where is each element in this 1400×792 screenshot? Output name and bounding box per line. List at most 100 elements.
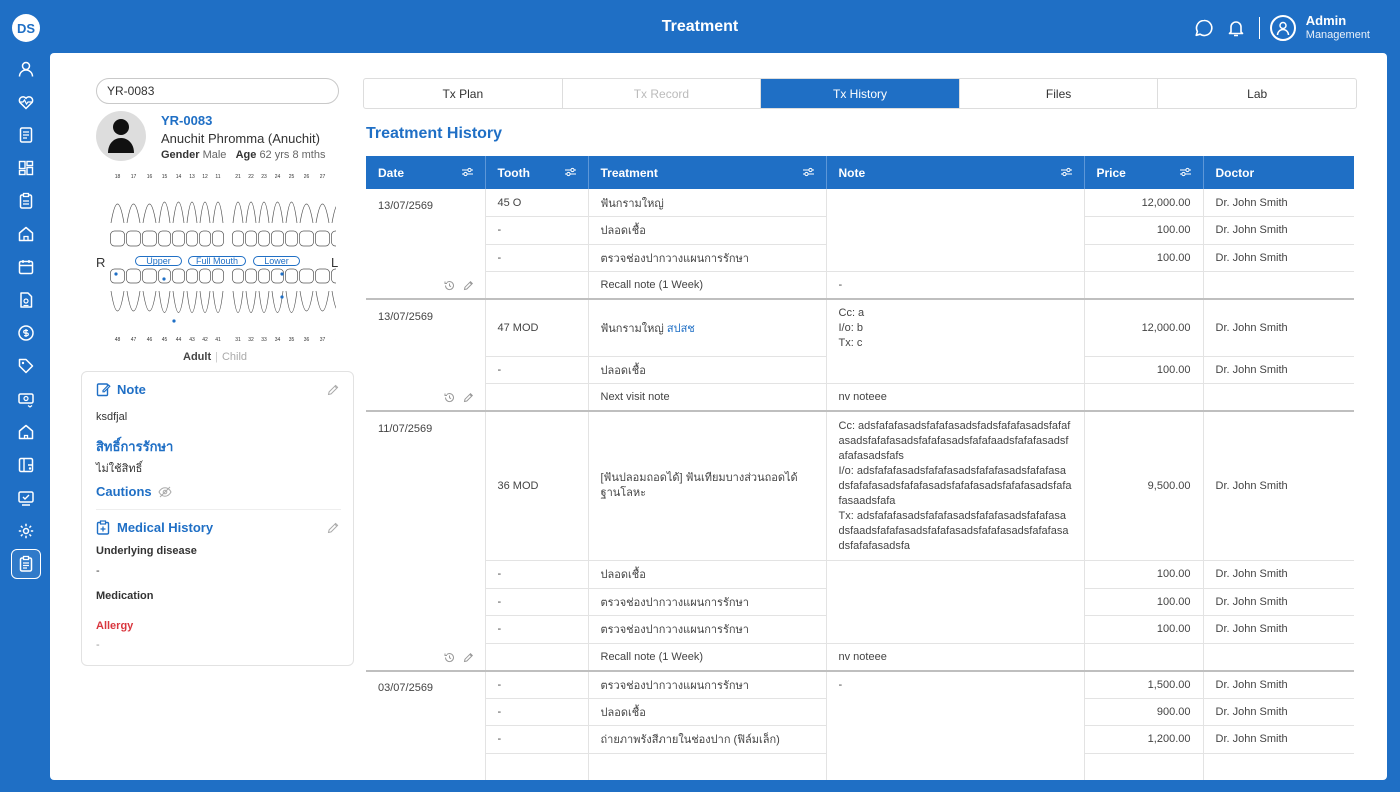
tab-tx-plan[interactable]: Tx Plan [364, 79, 563, 108]
recall-row[interactable]: Recall note (1 Week) - [366, 271, 1354, 300]
lower-tooth-root[interactable] [271, 290, 284, 313]
lower-tooth-crown[interactable] [126, 268, 141, 284]
upper-tooth-crown[interactable] [315, 230, 330, 247]
treatment-icon[interactable] [11, 549, 41, 579]
upper-tooth-root[interactable] [212, 201, 224, 224]
coin-icon[interactable] [11, 318, 41, 348]
upper-tooth-root[interactable] [271, 201, 284, 224]
lower-tooth-root[interactable] [232, 290, 244, 313]
clipboard-icon[interactable] [11, 186, 41, 216]
clinic-icon[interactable] [11, 219, 41, 249]
lower-tooth-root[interactable] [126, 290, 141, 312]
lower-tooth-crown[interactable] [258, 268, 270, 284]
upper-tooth-root[interactable] [331, 203, 346, 224]
recall-row[interactable]: Next visit note nv noteee [366, 383, 1354, 412]
upper-tooth-crown[interactable] [212, 230, 224, 247]
user-avatar-icon[interactable] [1269, 15, 1296, 41]
tab-tx-history[interactable]: Tx History [761, 79, 960, 108]
upper-tooth-root[interactable] [258, 201, 270, 224]
column-header-note[interactable]: Note [826, 156, 1085, 189]
upper-tooth-root[interactable] [199, 201, 211, 224]
upper-tooth-crown[interactable] [331, 230, 346, 247]
lower-tooth-root[interactable] [172, 290, 185, 313]
chat-icon[interactable] [1193, 17, 1215, 39]
pencil-icon[interactable] [463, 280, 474, 291]
lower-tooth-root[interactable] [315, 290, 330, 312]
lower-tooth-root[interactable] [199, 290, 211, 313]
column-header-doctor[interactable]: Doctor [1203, 156, 1354, 189]
table-row[interactable]: 11/07/2569 36 MOD [ฟันปลอมถอดได้] ฟันเที… [366, 411, 1354, 672]
upper-tooth-root[interactable] [285, 201, 298, 224]
lower-tooth-crown[interactable] [158, 268, 171, 284]
lower-tooth-crown[interactable] [110, 268, 125, 284]
upper-tooth-crown[interactable] [232, 230, 244, 247]
patient-id[interactable]: YR-0083 [161, 113, 212, 128]
user-block[interactable]: Admin Management [1306, 14, 1370, 42]
upper-tooth-root[interactable] [142, 203, 157, 224]
layout-icon[interactable] [11, 450, 41, 480]
upper-tooth-crown[interactable] [271, 230, 284, 247]
upper-tooth-crown[interactable] [199, 230, 211, 247]
adult-option[interactable]: Adult [183, 351, 211, 363]
history-icon[interactable] [444, 652, 455, 663]
table-row[interactable]: - ปลอดเชื้อ 100.00 Dr. John Smith [366, 560, 1354, 644]
upper-tooth-crown[interactable] [285, 230, 298, 247]
pencil-icon[interactable] [327, 384, 339, 396]
lower-tooth-root[interactable] [142, 290, 157, 312]
lower-tooth-root[interactable] [285, 290, 298, 313]
child-option[interactable]: Child [222, 351, 247, 363]
lower-tooth-root[interactable] [299, 290, 314, 312]
upper-tooth-root[interactable] [232, 201, 244, 224]
lower-tooth-crown[interactable] [271, 268, 284, 284]
upper-tooth-crown[interactable] [299, 230, 314, 247]
lower-tooth-root[interactable] [212, 290, 224, 313]
lower-tooth-crown[interactable] [285, 268, 298, 284]
tab-tx-record[interactable]: Tx Record [563, 79, 762, 108]
lower-tooth-root[interactable] [331, 290, 346, 312]
upper-tooth-root[interactable] [126, 203, 141, 224]
lower-tooth-root[interactable] [258, 290, 270, 313]
lower-tooth-root[interactable] [186, 290, 198, 313]
upper-tooth-crown[interactable] [258, 230, 270, 247]
lower-button[interactable]: Lower [253, 256, 300, 266]
upper-tooth-crown[interactable] [142, 230, 157, 247]
table-row[interactable]: 03/07/2569 - ตรวจช่องปากวางแผนการรักษา -… [366, 670, 1354, 780]
lower-tooth-crown[interactable] [142, 268, 157, 284]
upper-tooth-root[interactable] [158, 201, 171, 224]
table-row[interactable]: 13/07/2569 47 MOD ฟันกรามใหญ่ สปสช Cc: a… [366, 299, 1354, 412]
filter-icon[interactable] [802, 167, 814, 177]
tab-files[interactable]: Files [960, 79, 1159, 108]
lower-tooth-crown[interactable] [299, 268, 314, 284]
lower-tooth-crown[interactable] [331, 268, 346, 284]
lower-tooth-crown[interactable] [172, 268, 185, 284]
upper-tooth-root[interactable] [186, 201, 198, 224]
upper-tooth-root[interactable] [299, 203, 314, 224]
column-header-date[interactable]: Date [366, 156, 486, 189]
upper-tooth-root[interactable] [110, 203, 125, 224]
user-icon[interactable] [11, 54, 41, 84]
column-header-price[interactable]: Price [1084, 156, 1204, 189]
column-header-treatment[interactable]: Treatment [588, 156, 827, 189]
filter-icon[interactable] [1179, 167, 1191, 177]
tab-lab[interactable]: Lab [1158, 79, 1356, 108]
lower-tooth-crown[interactable] [232, 268, 244, 284]
calendar-icon[interactable] [11, 252, 41, 282]
lower-tooth-root[interactable] [158, 290, 171, 313]
full-mouth-button[interactable]: Full Mouth [188, 256, 246, 266]
upper-button[interactable]: Upper [135, 256, 182, 266]
pencil-icon[interactable] [463, 652, 474, 663]
history-icon[interactable] [444, 280, 455, 291]
column-header-tooth[interactable]: Tooth [485, 156, 589, 189]
upper-tooth-root[interactable] [245, 201, 257, 224]
tag-icon[interactable] [11, 351, 41, 381]
upper-tooth-crown[interactable] [245, 230, 257, 247]
upper-tooth-crown[interactable] [172, 230, 185, 247]
file-report-icon[interactable] [11, 285, 41, 315]
lower-tooth-crown[interactable] [315, 268, 330, 284]
lower-tooth-root[interactable] [110, 290, 125, 312]
document-icon[interactable] [11, 120, 41, 150]
lower-tooth-crown[interactable] [245, 268, 257, 284]
heart-pulse-icon[interactable] [11, 87, 41, 117]
upper-tooth-root[interactable] [315, 203, 330, 224]
patient-search-input[interactable]: YR-0083 [96, 78, 339, 104]
